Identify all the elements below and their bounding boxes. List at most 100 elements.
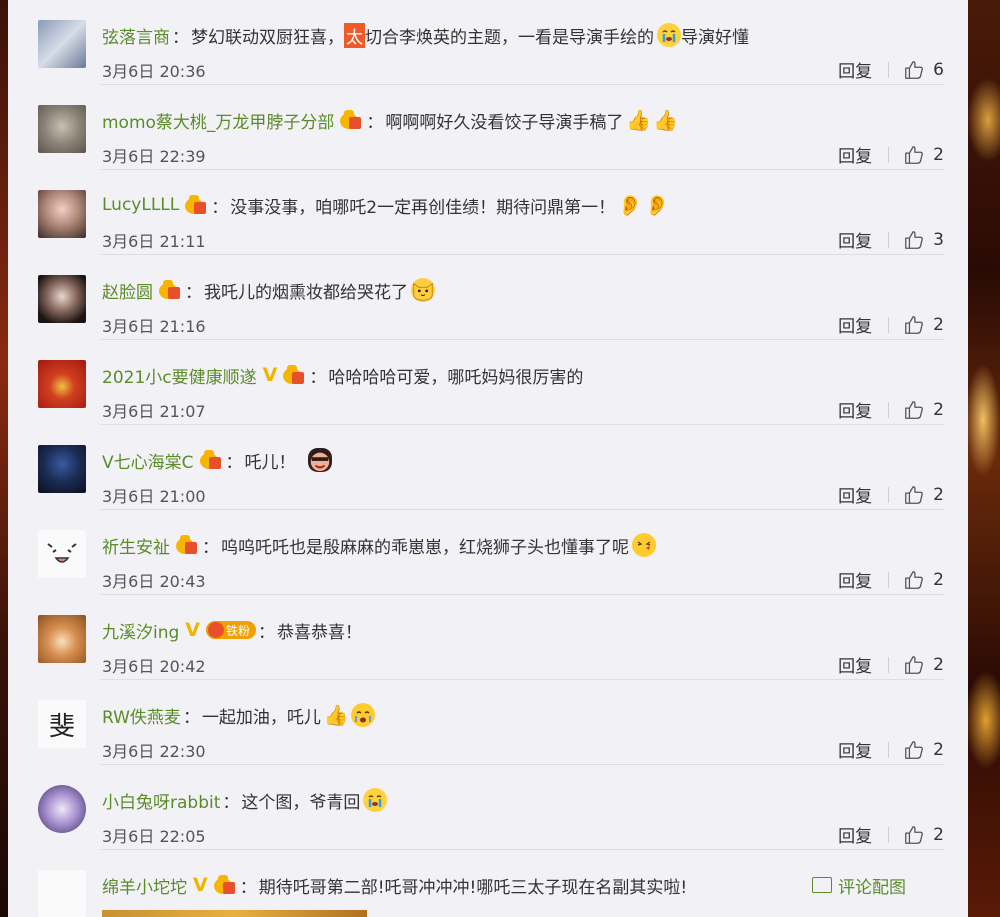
comment-text: 没事没事，咱哪吒2一定再创佳绩！期待问鼎第一！ (230, 197, 616, 218)
comment-actions: 回复 2 (838, 142, 944, 168)
like-count: 3 (933, 229, 944, 250)
thumbs-up-icon[interactable] (903, 399, 925, 421)
reply-button[interactable]: 回复 (838, 737, 872, 762)
comment-actions: 回复 2 (838, 482, 944, 508)
kiss-emoji-icon (632, 533, 656, 557)
vip-crown-icon (185, 195, 209, 215)
comment-text: 期待吒哥第二部!吒哥冲冲冲!哪吒三太子现在名副其实啦! (258, 877, 688, 898)
separator (888, 656, 890, 673)
comment-date: 3月6日 21:00 (102, 487, 206, 506)
avatar[interactable] (38, 445, 86, 493)
highlighted-char: 太 (344, 22, 365, 48)
comment-text: 一起加油，吒儿 (201, 707, 321, 728)
username-link[interactable]: 祈生安祉 (102, 533, 170, 558)
touched-emoji-icon (350, 703, 375, 727)
reply-button[interactable]: 回复 (838, 142, 872, 167)
comment-image-link[interactable]: 评论配图 (812, 870, 906, 900)
verified-v-icon: V (193, 874, 208, 896)
comment-item: LucyLLLL ： 没事没事，咱哪吒2一定再创佳绩！期待问鼎第一！ 👂 👂 3… (8, 170, 968, 255)
reply-button[interactable]: 回复 (838, 397, 872, 422)
comment-text-line: 小白兔呀rabbit ： 这个图，爷青回 (102, 785, 388, 815)
comment-item: 斐 RW佚燕麦 ： 一起加油，吒儿 👍 3月6日 22:30 回复 2 (8, 680, 968, 765)
vip-crown-icon (283, 365, 307, 385)
comment-text: 这个图，爷青回 (241, 792, 361, 813)
avatar[interactable] (38, 530, 86, 578)
username-link[interactable]: 赵脸圆 (102, 278, 153, 303)
thumbs-up-icon[interactable] (903, 654, 925, 676)
thumbs-up-icon[interactable] (903, 569, 925, 591)
username-link[interactable]: LucyLLLL (102, 195, 179, 215)
thumbs-up-icon[interactable] (903, 314, 925, 336)
colon: ： (222, 792, 240, 813)
avatar[interactable] (38, 785, 86, 833)
comment-text-line: 祈生安祉 ： 呜呜吒吒也是殷麻麻的乖崽崽，红烧狮子头也懂事了呢 (102, 530, 656, 560)
comment-text-line: V七心海棠C ： 吒儿！ (102, 445, 332, 475)
like-count: 2 (933, 144, 944, 165)
thumbs-up-icon[interactable] (903, 739, 925, 761)
comment-image-thumbnail[interactable] (102, 910, 367, 917)
separator (888, 571, 890, 588)
colon: ： (258, 622, 276, 643)
thumbs-up-icon[interactable] (903, 229, 925, 251)
like-count: 2 (933, 314, 944, 335)
thumbs-up-icon[interactable] (903, 484, 925, 506)
comment-date: 3月6日 20:36 (102, 62, 206, 81)
comment-text: 哈哈哈哈可爱，哪吒妈妈很厉害的 (328, 367, 584, 388)
comment-text-line: 弦落言商 ： 梦幻联动双厨狂喜， 太 切合李焕英的主题，一看是导演手绘的 导演好… (102, 20, 749, 50)
username-link[interactable]: V七心海棠C (102, 448, 194, 473)
comment-item: V七心海棠C ： 吒儿！ 3月6日 21:00 回复 2 (8, 425, 968, 510)
comment-actions: 回复 2 (838, 397, 944, 423)
thumbs-up-icon[interactable] (903, 59, 925, 81)
comment-text: 吒儿！ (244, 452, 296, 473)
comment-date: 3月6日 22:39 (102, 147, 206, 166)
reply-button[interactable]: 回复 (838, 57, 872, 82)
comment-date: 3月6日 21:11 (102, 232, 206, 251)
username-link[interactable]: RW佚燕麦 (102, 703, 181, 728)
separator (888, 231, 890, 248)
username-link[interactable]: 弦落言商 (102, 23, 170, 48)
verified-v-icon: V (185, 619, 201, 641)
username-link[interactable]: momo蔡大桃_万龙甲脖子分部 (102, 108, 334, 133)
background-right-edge (968, 0, 1000, 917)
avatar[interactable] (38, 870, 86, 917)
comment-item: momo蔡大桃_万龙甲脖子分部 ： 啊啊啊好久没看饺子导演手稿了 👍 👍 3月6… (8, 85, 968, 170)
comment-text: 切合李焕英的主题，一看是导演手绘的 (365, 27, 654, 48)
vip-crown-icon (340, 110, 364, 130)
thumbs-up-icon[interactable] (903, 144, 925, 166)
image-icon (812, 877, 832, 893)
colon: ： (172, 27, 189, 48)
nezha-emoji-icon (307, 448, 332, 472)
comment-item: 祈生安祉 ： 呜呜吒吒也是殷麻麻的乖崽崽，红烧狮子头也懂事了呢 3月6日 20:… (8, 510, 968, 595)
avatar[interactable] (38, 275, 86, 323)
comment-text: 我吒儿的烟熏妆都给哭花了 (204, 282, 408, 303)
avatar[interactable] (38, 360, 86, 408)
verified-v-icon: V (262, 364, 278, 386)
reply-button[interactable]: 回复 (838, 822, 872, 847)
colon: ： (309, 367, 327, 388)
reply-button[interactable]: 回复 (838, 227, 872, 252)
username-link[interactable]: 九溪汐ing (102, 618, 179, 643)
reply-button[interactable]: 回复 (838, 567, 872, 592)
username-link[interactable]: 小白兔呀rabbit (102, 788, 220, 813)
avatar[interactable] (38, 615, 86, 663)
like-count: 2 (933, 824, 944, 845)
reply-button[interactable]: 回复 (838, 312, 872, 337)
username-link[interactable]: 2021小c要健康顺遂 (102, 363, 257, 388)
avatar[interactable] (38, 20, 86, 68)
comment-text-line: 九溪汐ing V 铁粉 ： 恭喜恭喜！ (102, 615, 362, 645)
vip-crown-icon (199, 450, 224, 470)
reply-button[interactable]: 回复 (838, 482, 872, 507)
avatar[interactable] (38, 190, 86, 238)
comment-text-line: momo蔡大桃_万龙甲脖子分部 ： 啊啊啊好久没看饺子导演手稿了 👍 👍 (102, 105, 678, 135)
separator (888, 741, 890, 758)
thumbs-up-icon[interactable] (903, 824, 925, 846)
reply-button[interactable]: 回复 (838, 652, 872, 677)
comment-actions: 回复 2 (838, 737, 944, 763)
comment-actions: 回复 2 (838, 567, 944, 593)
comment-list: 弦落言商 ： 梦幻联动双厨狂喜， 太 切合李焕英的主题，一看是导演手绘的 导演好… (8, 0, 968, 917)
vip-crown-icon (213, 875, 238, 895)
username-link[interactable]: 绵羊小坨坨 (102, 873, 187, 898)
avatar[interactable] (38, 105, 86, 153)
comment-actions: 回复 3 (838, 227, 944, 253)
avatar[interactable]: 斐 (38, 700, 86, 748)
